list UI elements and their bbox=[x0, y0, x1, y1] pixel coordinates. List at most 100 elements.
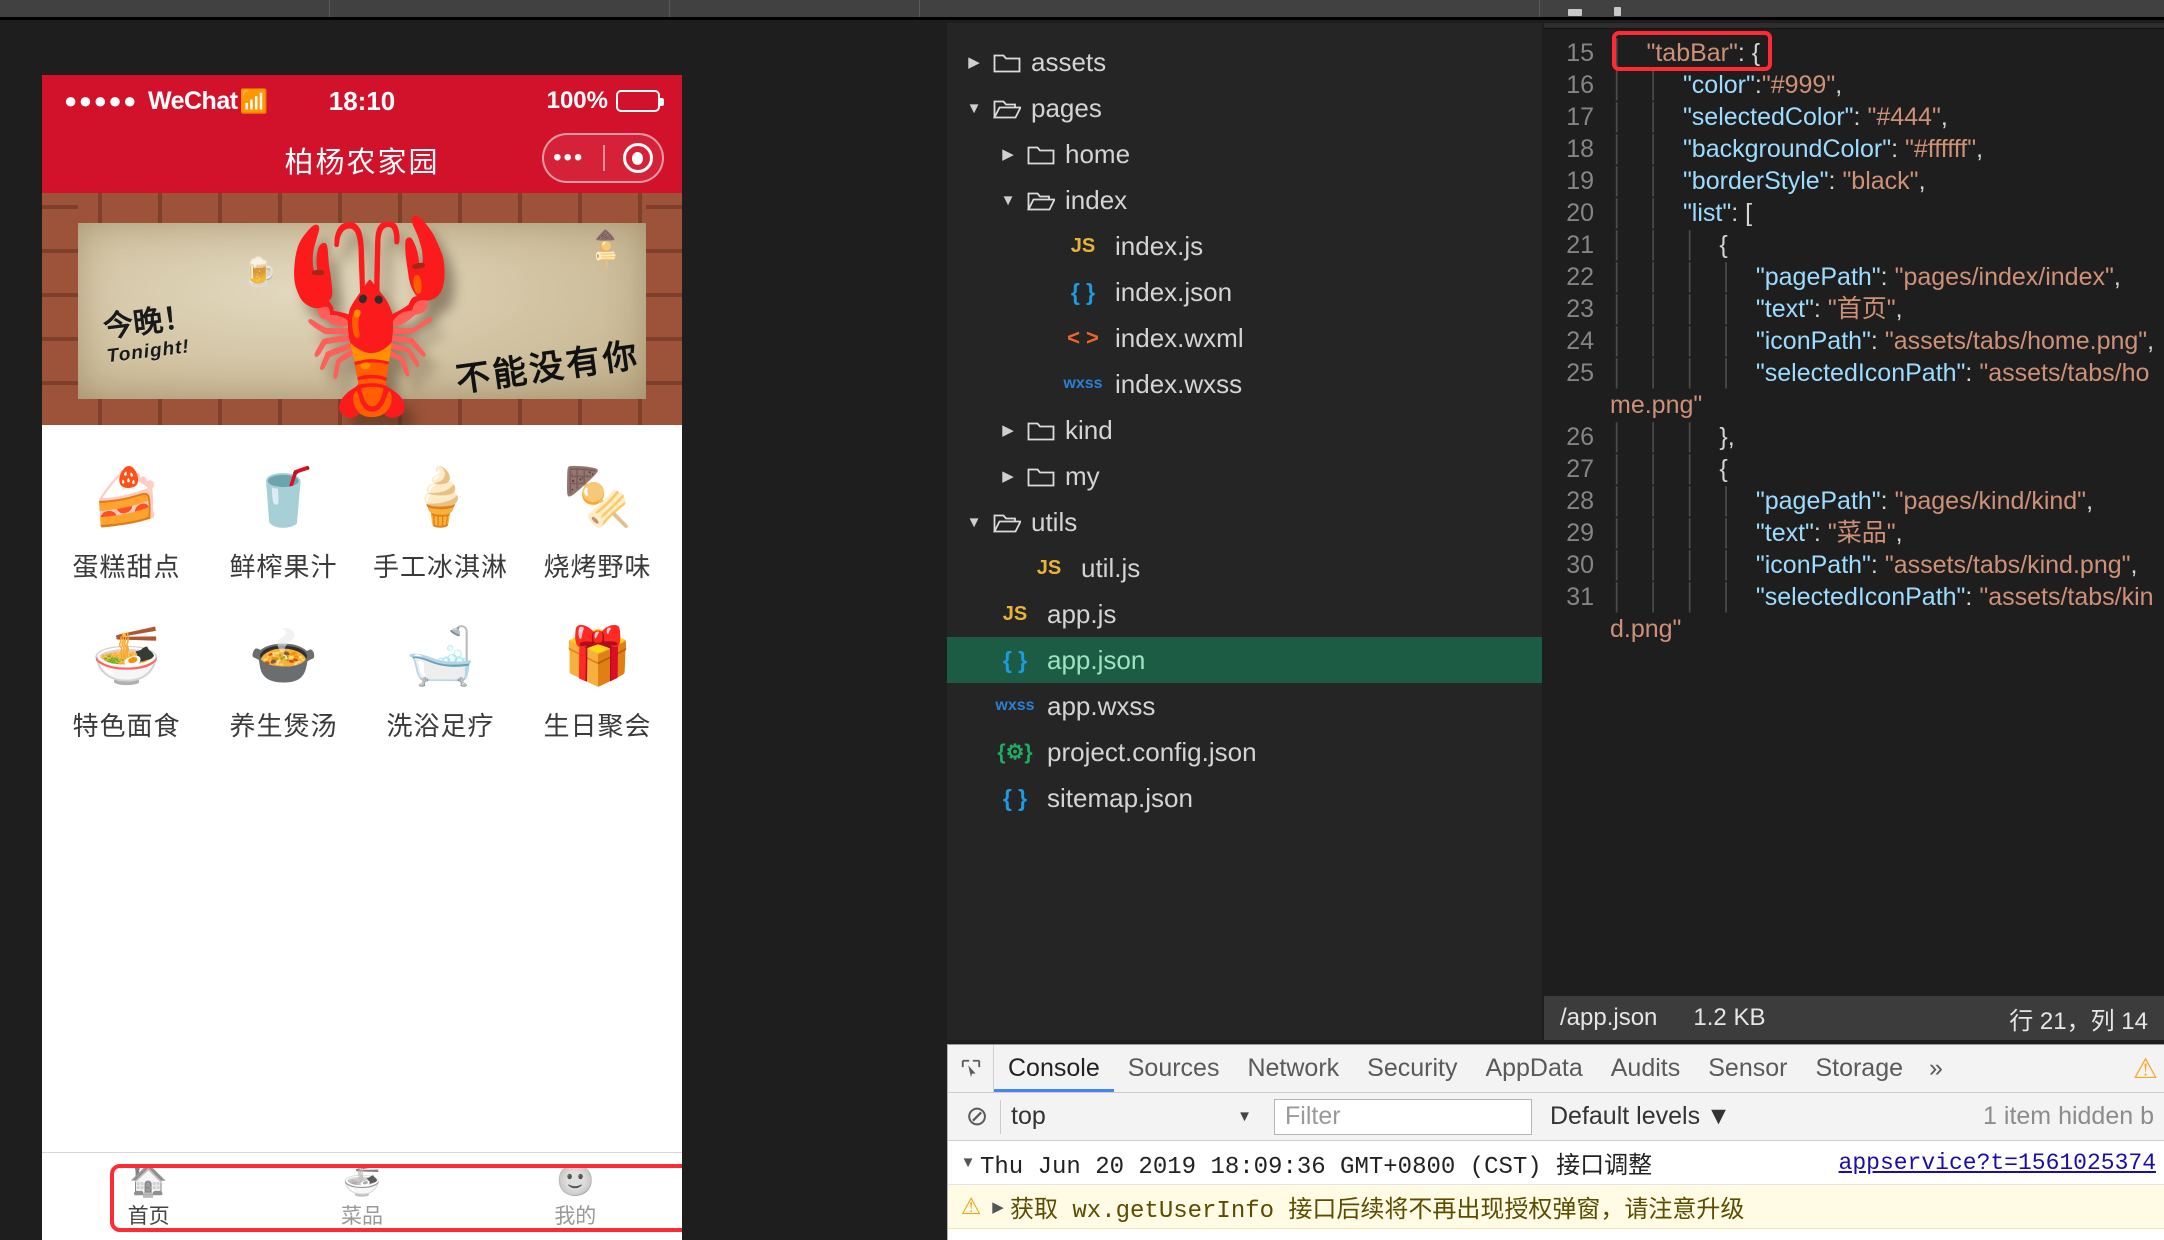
device-icon[interactable] bbox=[1614, 7, 1621, 16]
tree-file-index.js[interactable]: ▶JSindex.js bbox=[947, 223, 1542, 269]
console-filter-input[interactable]: Filter bbox=[1274, 1098, 1532, 1135]
console-message-row[interactable]: ▼ Thu Jun 20 2019 18:09:36 GMT+0800 (CST)… bbox=[948, 1141, 2164, 1185]
code-line[interactable]: 28 │ │ │ │ "pagePath": "pages/kind/kind", bbox=[1544, 485, 2164, 517]
category-label: 洗浴足疗 bbox=[386, 711, 495, 741]
code-text[interactable]: │ │ │ │ "text": "菜品", bbox=[1610, 517, 2164, 549]
console-source-link[interactable]: appservice?t=1561025374 bbox=[1839, 1150, 2156, 1176]
code-text[interactable]: │ │ │ }, bbox=[1610, 421, 2164, 453]
devtools-tab-security[interactable]: Security bbox=[1353, 1045, 1471, 1092]
devtools-tab-audits[interactable]: Audits bbox=[1597, 1045, 1694, 1092]
category-cell[interactable]: 🎁 生日聚会 bbox=[519, 620, 676, 743]
devtools-tab-sensor[interactable]: Sensor bbox=[1694, 1045, 1801, 1092]
code-line[interactable]: 24 │ │ │ │ "iconPath": "assets/tabs/home.… bbox=[1544, 325, 2164, 357]
chevron-right-icon[interactable]: ▶ bbox=[986, 1198, 1010, 1216]
tree-file-app.json[interactable]: ▶{ }app.json bbox=[947, 637, 1542, 683]
code-line[interactable]: 15 │ "tabBar": { bbox=[1544, 37, 2164, 69]
console-levels-select[interactable]: Default levels ▼ bbox=[1550, 1102, 1731, 1131]
code-text[interactable]: │ │ │ │ "selectedIconPath": "assets/tabs… bbox=[1610, 581, 2164, 645]
tabbar-item-my[interactable]: 🙂 我的 bbox=[469, 1153, 682, 1240]
tabbar-item-home[interactable]: 🏠 首页 bbox=[42, 1153, 255, 1240]
chevron-right-icon[interactable]: ▶ bbox=[995, 145, 1021, 163]
code-line[interactable]: 27 │ │ │ { bbox=[1544, 453, 2164, 485]
chevron-down-icon[interactable]: ▼ bbox=[995, 192, 1021, 209]
category-cell[interactable]: 🍜 特色面食 bbox=[48, 620, 205, 743]
tree-file-index.wxml[interactable]: ▶< >index.wxml bbox=[947, 315, 1542, 361]
wechat-capsule-button[interactable]: ••• bbox=[542, 133, 664, 183]
tree-file-index.json[interactable]: ▶{ }index.json bbox=[947, 269, 1542, 315]
code-content[interactable]: 15 │ "tabBar": {16 │ │ "color":"#999", 17 │ … bbox=[1544, 29, 2164, 645]
category-cell[interactable]: 🍲 养生煲汤 bbox=[205, 620, 362, 743]
tree-file-app.js[interactable]: ▶JSapp.js bbox=[947, 591, 1542, 637]
devtools-tab-storage[interactable]: Storage bbox=[1801, 1045, 1917, 1092]
inspect-element-icon[interactable] bbox=[948, 1045, 994, 1092]
tree-file-index.wxss[interactable]: ▶wxssindex.wxss bbox=[947, 361, 1542, 407]
tree-folder-index[interactable]: ▼ index bbox=[947, 177, 1542, 223]
code-line[interactable]: 20 │ │ "list": [ bbox=[1544, 197, 2164, 229]
code-text[interactable]: │ │ │ { bbox=[1610, 229, 2164, 261]
code-line[interactable]: 18 │ │ "backgroundColor": "#ffffff", bbox=[1544, 133, 2164, 165]
chevron-right-icon[interactable]: ▶ bbox=[995, 421, 1021, 439]
tree-folder-pages[interactable]: ▼ pages bbox=[947, 85, 1542, 131]
wxml-file-icon: < > bbox=[1067, 325, 1099, 350]
promo-banner[interactable]: 🍺 🦞 🍢 今晚！ Tonight! 不能没有你 bbox=[42, 193, 682, 425]
category-cell[interactable]: 🍰 蛋糕甜点 bbox=[48, 461, 205, 584]
code-text[interactable]: │ │ │ │ "iconPath": "assets/tabs/kind.pn… bbox=[1610, 549, 2164, 581]
bathtub-icon: 🛁 bbox=[405, 624, 476, 687]
devtools-tab-console[interactable]: Console bbox=[994, 1045, 1114, 1092]
tree-file-app.wxss[interactable]: ▶wxssapp.wxss bbox=[947, 683, 1542, 729]
devtools-tab-network[interactable]: Network bbox=[1233, 1045, 1353, 1092]
capsule-target-icon[interactable] bbox=[622, 143, 653, 173]
category-cell[interactable]: 🥤 鲜榨果汁 bbox=[205, 461, 362, 584]
code-line[interactable]: 25 │ │ │ │ "selectedIconPath": "assets/ta… bbox=[1544, 357, 2164, 421]
code-line[interactable]: 31 │ │ │ │ "selectedIconPath": "assets/ta… bbox=[1544, 581, 2164, 645]
code-text[interactable]: │ │ "list": [ bbox=[1610, 197, 2164, 229]
console-context-select[interactable]: top ▼ bbox=[1000, 1099, 1262, 1134]
code-line[interactable]: 17 │ │ "selectedColor": "#444", bbox=[1544, 101, 2164, 133]
tree-folder-assets[interactable]: ▶ assets bbox=[947, 39, 1542, 85]
tree-file-project.config.json[interactable]: ▶{⚙}project.config.json bbox=[947, 729, 1542, 775]
chevron-down-icon[interactable]: ▼ bbox=[961, 100, 987, 117]
code-line[interactable]: 19 │ │ "borderStyle": "black", bbox=[1544, 165, 2164, 197]
code-text[interactable]: │ │ │ │ "iconPath": "assets/tabs/home.pn… bbox=[1610, 325, 2164, 357]
clear-console-icon[interactable]: ⊘ bbox=[954, 1101, 1000, 1132]
code-line[interactable]: 23 │ │ │ │ "text": "首页", bbox=[1544, 293, 2164, 325]
tree-folder-home[interactable]: ▶ home bbox=[947, 131, 1542, 177]
devtools-tab-sources[interactable]: Sources bbox=[1114, 1045, 1234, 1092]
code-text[interactable]: │ "tabBar": { bbox=[1610, 37, 2164, 69]
code-line[interactable]: 26 │ │ │ }, bbox=[1544, 421, 2164, 453]
chevron-right-icon[interactable]: ▶ bbox=[995, 467, 1021, 485]
code-text[interactable]: │ │ "borderStyle": "black", bbox=[1610, 165, 2164, 197]
tree-folder-my[interactable]: ▶ my bbox=[947, 453, 1542, 499]
console-message-row[interactable]: ⚠ ▶ 获取 wx.getUserInfo 接口后续将不再出现授权弹窗，请注意升级 bbox=[948, 1185, 2164, 1229]
code-text[interactable]: │ │ │ │ "selectedIconPath": "assets/tabs… bbox=[1610, 357, 2164, 421]
category-cell[interactable]: 🍢 烧烤野味 bbox=[519, 461, 676, 584]
chevron-right-icon[interactable]: ▶ bbox=[961, 53, 987, 71]
code-text[interactable]: │ │ │ { bbox=[1610, 453, 2164, 485]
code-text[interactable]: │ │ │ │ "pagePath": "pages/kind/kind", bbox=[1610, 485, 2164, 517]
tree-file-util.js[interactable]: ▶JSutil.js bbox=[947, 545, 1542, 591]
category-cell[interactable]: 🍦 手工冰淇淋 bbox=[362, 461, 519, 584]
code-text[interactable]: │ │ │ │ "text": "首页", bbox=[1610, 293, 2164, 325]
code-text[interactable]: │ │ "selectedColor": "#444", bbox=[1610, 101, 2164, 133]
code-line[interactable]: 22 │ │ │ │ "pagePath": "pages/index/index… bbox=[1544, 261, 2164, 293]
chevron-down-icon[interactable]: ▼ bbox=[956, 1154, 980, 1171]
chevron-down-icon[interactable]: ▼ bbox=[961, 514, 987, 531]
code-text[interactable]: │ │ │ │ "pagePath": "pages/index/index", bbox=[1610, 261, 2164, 293]
code-text[interactable]: │ │ "backgroundColor": "#ffffff", bbox=[1610, 133, 2164, 165]
more-dots-icon[interactable]: ••• bbox=[553, 146, 584, 170]
tree-file-sitemap.json[interactable]: ▶{ }sitemap.json bbox=[947, 775, 1542, 821]
more-tabs-icon[interactable]: » bbox=[1917, 1054, 1955, 1083]
console-toolbar: ⊘ top ▼ Filter Default levels ▼ 1 item h… bbox=[948, 1093, 2164, 1141]
category-cell[interactable]: 🛁 洗浴足疗 bbox=[362, 620, 519, 743]
code-line[interactable]: 16 │ │ "color":"#999", bbox=[1544, 69, 2164, 101]
code-line[interactable]: 21 │ │ │ { bbox=[1544, 229, 2164, 261]
devtools-tab-appdata[interactable]: AppData bbox=[1471, 1045, 1596, 1092]
tree-folder-utils[interactable]: ▼ utils bbox=[947, 499, 1542, 545]
code-line[interactable]: 30 │ │ │ │ "iconPath": "assets/tabs/kind.… bbox=[1544, 549, 2164, 581]
code-text[interactable]: │ │ "color":"#999", bbox=[1610, 69, 2164, 101]
tabbar-item-kind[interactable]: 🍜 菜品 bbox=[255, 1153, 468, 1240]
code-line[interactable]: 29 │ │ │ │ "text": "菜品", bbox=[1544, 517, 2164, 549]
panel-layout-icon[interactable] bbox=[1568, 9, 1582, 16]
wxss-file-icon: wxss bbox=[1063, 375, 1103, 392]
tree-folder-kind[interactable]: ▶ kind bbox=[947, 407, 1542, 453]
